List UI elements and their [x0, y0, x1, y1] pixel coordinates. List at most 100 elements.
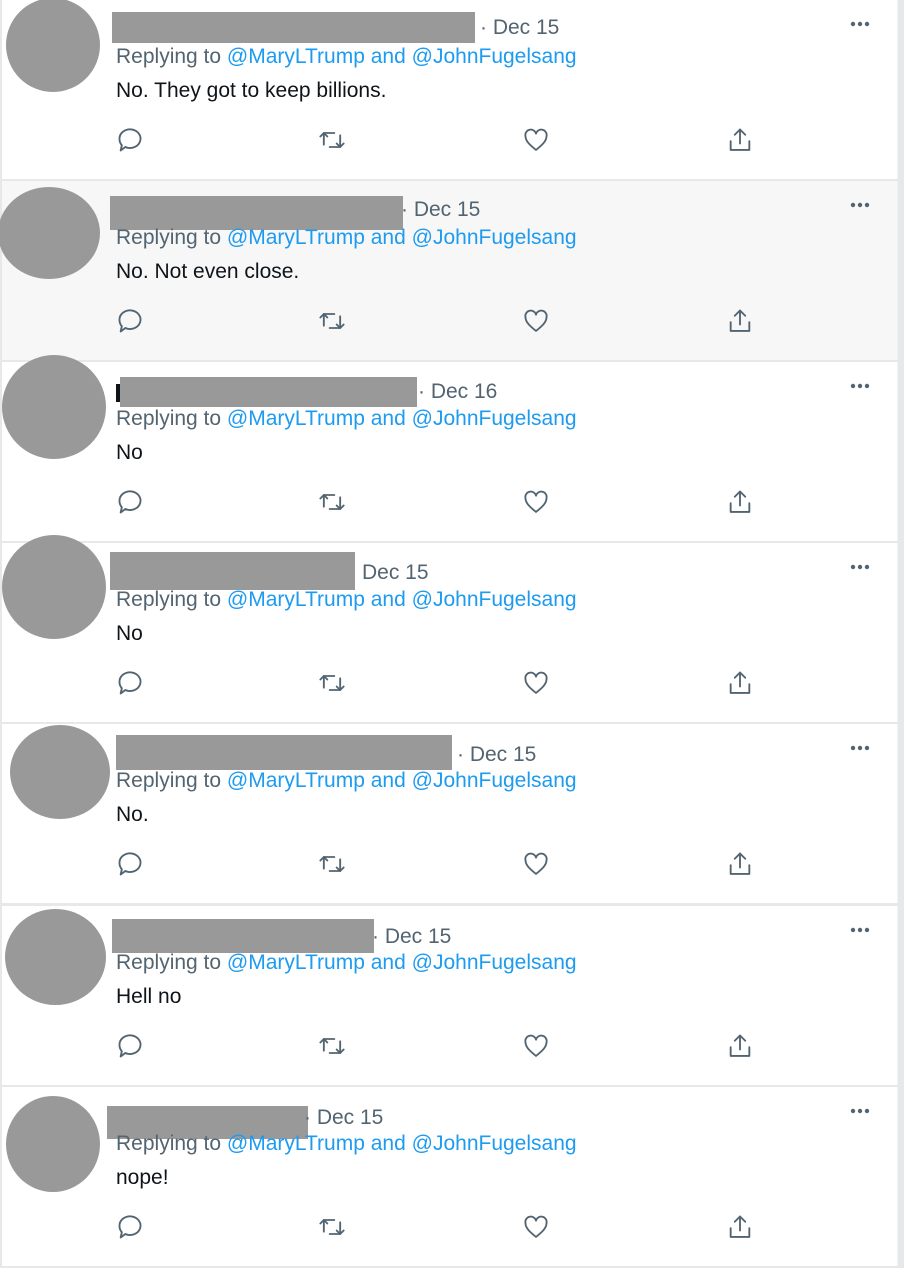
tweet-date[interactable]: · Dec 15	[372, 925, 451, 949]
replying-to: Replying to @MaryLTrump and @JohnFugelsa…	[116, 769, 577, 793]
replying-to-label: Replying to	[116, 951, 222, 974]
redacted-author-name	[110, 552, 355, 590]
avatar[interactable]	[10, 725, 110, 819]
more-options-icon[interactable]	[844, 555, 874, 579]
retweet-icon[interactable]	[318, 669, 346, 697]
mention-joiner: and	[370, 45, 406, 68]
mention-link[interactable]: @JohnFugelsang	[412, 45, 577, 68]
mention-link[interactable]: @MaryLTrump	[227, 226, 365, 249]
share-icon[interactable]	[726, 850, 754, 878]
retweet-icon[interactable]	[318, 488, 346, 516]
share-icon[interactable]	[726, 126, 754, 154]
mention-joiner: and	[370, 1132, 406, 1155]
tweet-card[interactable]: · Dec 15 Replying to @MaryLTrump and @Jo…	[2, 1087, 898, 1266]
tweet-date[interactable]: · Dec 15	[304, 1106, 383, 1130]
mention-joiner: and	[370, 407, 406, 430]
redacted-author-name	[116, 735, 452, 770]
reply-icon[interactable]	[116, 669, 144, 697]
mention-link[interactable]: @MaryLTrump	[227, 588, 365, 611]
more-options-icon[interactable]	[844, 12, 874, 36]
replying-to: Replying to @MaryLTrump and @JohnFugelsa…	[116, 1132, 577, 1156]
like-icon[interactable]	[522, 126, 550, 154]
tweet-date[interactable]: · Dec 15	[457, 743, 536, 767]
mention-link[interactable]: @JohnFugelsang	[412, 226, 577, 249]
share-icon[interactable]	[726, 488, 754, 516]
mention-joiner: and	[370, 951, 406, 974]
retweet-icon[interactable]	[318, 126, 346, 154]
share-icon[interactable]	[726, 307, 754, 335]
replying-to: Replying to @MaryLTrump and @JohnFugelsa…	[116, 588, 577, 612]
reply-feed: · Dec 15 Replying to @MaryLTrump and @Jo…	[0, 0, 904, 1268]
like-icon[interactable]	[522, 1213, 550, 1241]
like-icon[interactable]	[522, 850, 550, 878]
reply-icon[interactable]	[116, 307, 144, 335]
mention-link[interactable]: @MaryLTrump	[227, 951, 365, 974]
mention-link[interactable]: @JohnFugelsang	[412, 769, 577, 792]
replying-to: Replying to @MaryLTrump and @JohnFugelsa…	[116, 45, 577, 69]
reply-icon[interactable]	[116, 126, 144, 154]
tweet-card[interactable]: Dec 15 Replying to @MaryLTrump and @John…	[2, 535, 898, 722]
more-options-icon[interactable]	[844, 918, 874, 942]
retweet-icon[interactable]	[318, 850, 346, 878]
retweet-icon[interactable]	[318, 1032, 346, 1060]
mention-joiner: and	[370, 769, 406, 792]
avatar[interactable]	[6, 1096, 100, 1192]
mention-link[interactable]: @MaryLTrump	[227, 45, 365, 68]
tweet-card[interactable]: · Dec 15 Replying to @MaryLTrump and @Jo…	[2, 906, 898, 1085]
retweet-icon[interactable]	[318, 307, 346, 335]
reply-icon[interactable]	[116, 850, 144, 878]
tweet-card[interactable]: · Dec 15 Replying to @MaryLTrump and @Jo…	[0, 181, 898, 360]
avatar[interactable]	[2, 535, 106, 639]
like-icon[interactable]	[522, 307, 550, 335]
more-options-icon[interactable]	[844, 193, 874, 217]
tweet-text: No. Not even close.	[116, 260, 300, 283]
tweet-card[interactable]: · Dec 15 Replying to @MaryLTrump and @Jo…	[2, 724, 898, 903]
mention-joiner: and	[370, 226, 406, 249]
more-options-icon[interactable]	[844, 374, 874, 398]
avatar[interactable]	[2, 355, 106, 459]
tweet-text: No	[116, 441, 143, 464]
replying-to-label: Replying to	[116, 45, 222, 68]
mention-joiner: and	[370, 588, 406, 611]
mention-link[interactable]: @JohnFugelsang	[412, 407, 577, 430]
tweet-date[interactable]: · Dec 15	[480, 16, 559, 40]
tweet-date[interactable]: Dec 15	[362, 561, 429, 585]
replying-to-label: Replying to	[116, 407, 222, 430]
replying-to-label: Replying to	[116, 1132, 222, 1155]
reply-icon[interactable]	[116, 488, 144, 516]
share-icon[interactable]	[726, 1032, 754, 1060]
more-options-icon[interactable]	[844, 1099, 874, 1123]
replying-to-label: Replying to	[116, 226, 222, 249]
tweet-text: Hell no	[116, 985, 182, 1008]
retweet-icon[interactable]	[318, 1213, 346, 1241]
tweet-text: nope!	[116, 1166, 169, 1189]
tweet-card[interactable]: · Dec 16 Replying to @MaryLTrump and @Jo…	[2, 355, 898, 541]
like-icon[interactable]	[522, 1032, 550, 1060]
redacted-author-name	[112, 919, 374, 953]
share-icon[interactable]	[726, 669, 754, 697]
avatar[interactable]	[5, 909, 106, 1005]
tweet-date[interactable]: · Dec 16	[418, 380, 497, 404]
reply-icon[interactable]	[116, 1032, 144, 1060]
tweet-text: No	[116, 622, 143, 645]
tweet-card[interactable]: · Dec 15 Replying to @MaryLTrump and @Jo…	[2, 0, 898, 179]
tweet-text: No.	[116, 803, 149, 826]
like-icon[interactable]	[522, 488, 550, 516]
mention-link[interactable]: @JohnFugelsang	[412, 951, 577, 974]
avatar[interactable]	[6, 0, 100, 92]
replying-to: Replying to @MaryLTrump and @JohnFugelsa…	[116, 226, 577, 250]
mention-link[interactable]: @JohnFugelsang	[412, 1132, 577, 1155]
share-icon[interactable]	[726, 1213, 754, 1241]
replying-to-label: Replying to	[116, 588, 222, 611]
mention-link[interactable]: @MaryLTrump	[227, 407, 365, 430]
mention-link[interactable]: @MaryLTrump	[227, 1132, 365, 1155]
avatar[interactable]	[0, 187, 100, 279]
like-icon[interactable]	[522, 669, 550, 697]
mention-link[interactable]: @MaryLTrump	[227, 769, 365, 792]
tweet-date[interactable]: · Dec 15	[401, 198, 480, 222]
reply-icon[interactable]	[116, 1213, 144, 1241]
replying-to-label: Replying to	[116, 769, 222, 792]
tweet-text: No. They got to keep billions.	[116, 79, 387, 102]
more-options-icon[interactable]	[844, 736, 874, 760]
mention-link[interactable]: @JohnFugelsang	[412, 588, 577, 611]
